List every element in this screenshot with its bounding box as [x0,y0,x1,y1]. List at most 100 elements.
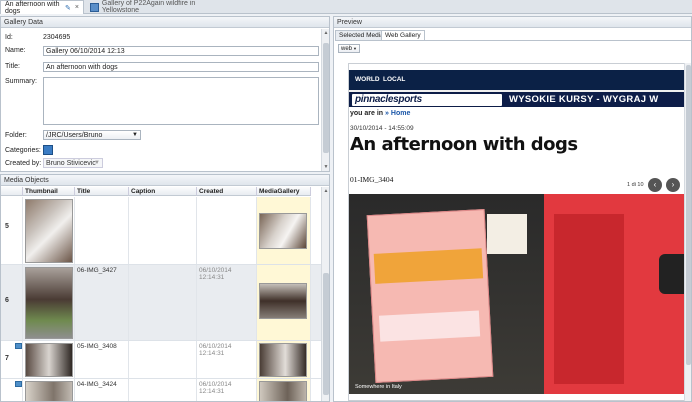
web-gallery-preview: WORLD LOCAL pinnaclesports WYSOKIE KURSY… [348,63,690,401]
column-header-rownum [1,187,23,196]
scroll-down-icon[interactable]: ▼ [322,163,330,171]
article-date: 30/10/2014 - 14:55:09 [350,125,414,132]
red-banner [544,194,689,394]
column-header-title[interactable]: Title [75,187,129,196]
title-cell[interactable]: 04-IMG_3424 [75,379,129,401]
preview-scrollbar[interactable] [684,63,691,401]
chevron-down-icon: ▼ [94,160,100,166]
next-image-button[interactable]: › [666,178,680,192]
mediagallery-cell [257,379,311,401]
close-icon[interactable]: × [75,4,79,11]
template-select[interactable]: web ▼ [338,44,360,53]
column-header-thumbnail[interactable]: Thumbnail [23,187,75,196]
table-row[interactable]: 5 [1,197,321,265]
site-navbar: WORLD LOCAL [349,70,689,90]
banner-shade [554,214,624,384]
created-cell: 06/10/2014 12:14:31 [197,341,257,378]
breadcrumb-separator: » [385,110,389,117]
thumbnail-image[interactable] [25,199,73,263]
categories-icon[interactable] [43,145,53,155]
row-number: 6 [5,297,9,304]
gallery-data-scrollbar[interactable]: ▲ ▼ [321,29,329,171]
poster-image [366,209,494,383]
article-headline: An afternoon with dogs [350,134,578,155]
created-cell: 06/10/2014 12:14:31 [197,265,257,340]
created-by-value: Bruno Stivicevic [46,160,96,167]
photo-caption: Somewhere in Italy [355,384,402,390]
title-field[interactable]: An afternoon with dogs [43,62,319,72]
caption-cell[interactable] [129,341,197,378]
thumbnail-image[interactable] [25,343,73,377]
breadcrumb-home[interactable]: Home [391,110,410,117]
row-number: 5 [5,223,9,230]
chevron-down-icon: ▼ [132,132,138,138]
caption-cell[interactable] [129,265,197,340]
mediagallery-cell [257,197,311,264]
table-row[interactable]: 7 05-IMG_3408 06/10/2014 12:14:31 [1,341,321,379]
image-icon [15,343,22,349]
media-objects-panel: Media Objects Thumbnail Title Caption Cr… [0,174,330,402]
title-cell[interactable]: 06-IMG_3427 [75,265,129,340]
thumbnail-image[interactable] [25,267,73,339]
created-by-label: Created by: [5,160,42,167]
gallery-data-panel: Gallery Data Id: 2304695 Name: Gallery 0… [0,16,330,172]
gallery-icon [90,2,99,12]
flyer-image [487,214,527,254]
thumbnail-image[interactable] [25,381,73,401]
tab-label: An afternoon with dogs [5,0,60,15]
tab-afternoon-with-dogs[interactable]: An afternoon with dogs ✎ × [0,0,84,15]
image-name: 01-IMG_3404 [350,175,394,184]
name-field[interactable]: Gallery 06/10/2014 12:13 [43,46,319,56]
media-objects-header: Media Objects [1,175,329,186]
nav-local[interactable]: LOCAL [383,70,405,90]
folder-value: /JRC/Users/Bruno [46,132,103,139]
template-value: web [341,46,353,52]
tab-yellowstone-gallery[interactable]: Gallery of P22Again wildfire in Yellowst… [86,0,236,14]
categories-label: Categories: [5,147,41,154]
ad-text: WYSOKIE KURSY - WYGRAJ W [509,94,659,105]
id-label: Id: [5,34,13,41]
mediagallery-cell [257,341,311,378]
row-number-cell: 6 [1,265,23,340]
scroll-thumb[interactable] [323,273,329,395]
scroll-thumb[interactable] [686,65,691,365]
created-by-select[interactable]: Bruno Stivicevic ▼ [43,158,103,168]
title-cell[interactable]: 05-IMG_3408 [75,341,129,378]
created-cell [197,197,257,264]
image-icon [15,381,22,387]
document-tab-bar: An afternoon with dogs ✎ × Gallery of P2… [0,0,692,15]
table-row[interactable]: 04-IMG_3424 06/10/2014 12:14:31 [1,379,321,401]
breadcrumb-prefix: you are in [350,110,384,117]
mediagallery-cell [257,265,311,340]
scroll-thumb[interactable] [323,43,329,153]
created-cell: 06/10/2014 12:14:31 [197,379,257,401]
title-cell[interactable] [75,197,129,264]
media-scrollbar[interactable]: ▲ [321,187,329,401]
scroll-up-icon[interactable]: ▲ [322,187,329,195]
tab-web-gallery[interactable]: Web Gallery [381,30,425,40]
tab-selected-media[interactable]: Selected Media [335,30,388,40]
column-header-created[interactable]: Created [197,187,257,196]
caption-cell[interactable] [129,379,197,401]
thumbnail-cell [15,341,75,378]
ad-banner[interactable]: pinnaclesports WYSOKIE KURSY - WYGRAJ W [349,90,689,107]
column-header-mediagallery[interactable]: MediaGallery [257,187,311,196]
preview-tab-divider [335,40,692,41]
image-counter: 1 di 10 [627,182,644,188]
thumbnail-cell [23,197,75,264]
column-header-caption[interactable]: Caption [129,187,197,196]
gallery-thumbnail [259,213,307,249]
gallery-photo[interactable]: Somewhere in Italy [349,194,689,394]
caption-cell[interactable] [129,197,197,264]
summary-field[interactable] [43,77,319,125]
gallery-data-header: Gallery Data [1,17,329,28]
scroll-up-icon[interactable]: ▲ [322,29,330,37]
row-number-cell: 5 [1,197,23,264]
row-number: 7 [5,355,9,362]
tab-label: Gallery of P22Again wildfire in Yellowst… [101,0,196,14]
prev-image-button[interactable]: ‹ [648,178,662,192]
nav-world[interactable]: WORLD [355,70,380,90]
folder-select[interactable]: /JRC/Users/Bruno ▼ [43,130,141,140]
table-row[interactable]: 6 06-IMG_3427 06/10/2014 12:14:31 [1,265,321,341]
id-value: 2304695 [43,34,71,41]
